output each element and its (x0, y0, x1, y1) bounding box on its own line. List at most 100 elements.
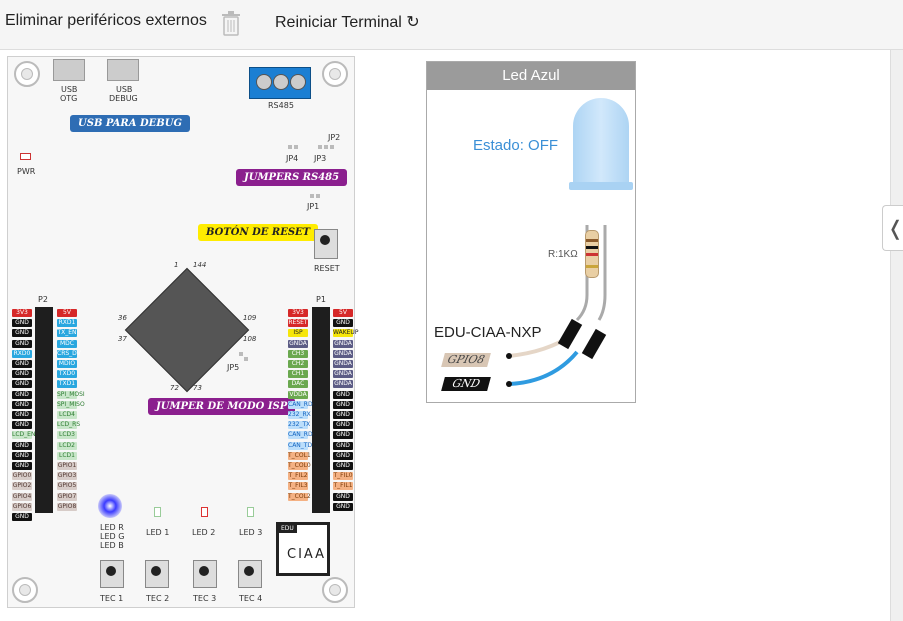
p2-right-pin-label: MDIO (57, 360, 77, 368)
chip-pin-108: 108 (243, 335, 257, 343)
p2-right-pin-label: RXD1 (57, 319, 77, 328)
p1-left-pin-label: ISP (288, 329, 308, 338)
tec2-button[interactable] (145, 560, 169, 588)
reset-button[interactable] (314, 229, 338, 259)
state-label: Estado: OFF (473, 137, 559, 154)
p1-right-pin-label: GND (333, 411, 353, 419)
vertical-scrollbar[interactable] (890, 50, 903, 621)
jumper-pin (244, 357, 248, 361)
chevron-left-icon: ❬ (887, 218, 903, 240)
p2-left-pin-label: GPIO2 (12, 482, 32, 491)
tec4-button[interactable] (238, 560, 262, 588)
tec3-label: TEC 3 (193, 594, 217, 603)
p1-left-pin-label: T_FIL3 (288, 482, 308, 491)
blue-led (573, 98, 629, 190)
peripheral-panel-led-azul[interactable]: Led Azul Estado: OFF R:1KΩ EDU-CIAA-NXP … (426, 61, 636, 403)
restart-terminal-button[interactable]: Reiniciar Terminal ↻ (275, 12, 420, 32)
p1-left-pin-label: CAN_TD (288, 441, 313, 450)
pwr-led (20, 153, 31, 160)
p2-right-pin-label: GPIO7 (57, 492, 77, 501)
blue-led-base (569, 182, 633, 190)
p2-label: P2 (38, 295, 48, 304)
p2-left-pin-label: LCD_EN (12, 431, 36, 440)
p1-left-pin-label: CAN_RD (288, 400, 313, 409)
jp5-label: JP5 (227, 363, 240, 372)
jumper-pin (310, 194, 314, 198)
p2-right-pin-label: 5V (57, 309, 77, 317)
p1-right-pin-label: GNDA (333, 380, 353, 389)
p1-right-pin-label: GNDA (333, 339, 353, 348)
p2-left-pin-label: GND (12, 329, 32, 338)
reset-label: RESET (314, 264, 340, 273)
tec1-label: TEC 1 (100, 594, 124, 603)
p1-right-pin-label: GNDA (333, 360, 353, 368)
p1-right-pin-label: 5V (333, 309, 353, 317)
p1-left-pin-label: GNDA (288, 339, 308, 348)
jumper-pin (324, 145, 328, 149)
side-panel-toggle[interactable]: ❬ (882, 205, 903, 251)
p2-left-pin-label: GND (12, 339, 32, 348)
p1-right-pin-label: GND (333, 492, 353, 501)
toolbar: Eliminar periféricos externos Reiniciar … (0, 0, 903, 50)
jumper-pin (316, 194, 320, 198)
callout-jumpers-rs485: JUMPERS RS485 (236, 169, 348, 186)
jumper-pin (294, 145, 298, 149)
p2-left-pin-label: GPIO0 (12, 472, 32, 481)
led2-label: LED 2 (192, 528, 216, 537)
panel-title: Led Azul (427, 62, 635, 90)
p2-right-pin-label: GPIO8 (57, 502, 77, 511)
p1-left-pin-label: T_COL2 (288, 492, 311, 501)
p1-right-pin-label: GND (333, 502, 353, 511)
p2-right-pin-label: LCD4 (57, 411, 77, 419)
chip-pin-1: 1 (174, 261, 179, 269)
p2-left-pin-label: GND (12, 462, 32, 470)
p2-right-pin-label: LCD_RS (57, 421, 81, 430)
p2-right-pin-label: TXD0 (57, 370, 77, 379)
rs485-terminal (249, 67, 311, 99)
mounting-hole (12, 577, 38, 603)
p2-right-pin-label: SPI_MOSI (57, 390, 85, 399)
led3 (247, 507, 254, 517)
p1-right-pin-label: GND (333, 390, 353, 399)
p1-right-pin-label: GND (333, 319, 353, 328)
remove-peripherals-button[interactable]: Eliminar periféricos externos (5, 12, 207, 30)
tec3-button[interactable] (193, 560, 217, 588)
p1-left-pin-label: CAN_RD (288, 431, 313, 440)
p2-right-pin-label: TX_EN (57, 329, 77, 338)
jumper-pin (288, 145, 292, 149)
resistor (585, 230, 599, 278)
p1-right-pin-label: GND (333, 462, 353, 470)
chip-pin-37: 37 (118, 335, 127, 343)
p1-left-pin-label: CH2 (288, 360, 308, 368)
usb-otg-label: OTG (60, 94, 78, 103)
microcontroller-chip (124, 267, 250, 393)
p1-right-pin-label: T_FIL0 (333, 472, 353, 481)
gnd-tag: GND (441, 377, 491, 391)
p1-label: P1 (316, 295, 326, 304)
p2-right-pin-label: LCD3 (57, 431, 77, 440)
led1 (154, 507, 161, 517)
jumper-pin (330, 145, 334, 149)
p2-left-pin-label: GND (12, 319, 32, 328)
p2-left-pin-label: GND (12, 441, 32, 450)
p2-right-pin-label: MDC (57, 339, 77, 348)
p1-left-pin-label: 232_RX (288, 411, 311, 419)
led2 (201, 507, 208, 517)
p2-left-pin-label: GND (12, 451, 32, 460)
led-b-label: LED B (100, 541, 124, 550)
chip-pin-72: 72 (170, 384, 179, 392)
edu-ciaa-board: USB OTG USB DEBUG RS485 USB PARA DEBUG P… (7, 56, 358, 608)
logo-ciaa-text: CIAA (287, 547, 327, 562)
p1-left-pin-label: VDDA (288, 390, 308, 399)
trash-icon[interactable] (221, 11, 241, 37)
tec1-button[interactable] (100, 560, 124, 588)
rgb-led (98, 494, 122, 518)
p1-left-pin-label: DAC (288, 380, 308, 389)
edu-ciaa-logo: EDU CIAA (276, 522, 330, 576)
pwr-label: PWR (17, 167, 36, 176)
chip-pin-144: 144 (193, 261, 207, 269)
tec4-label: TEC 4 (239, 594, 263, 603)
jumper-pin (239, 352, 243, 356)
usb-otg-port (53, 59, 85, 81)
p2-right-pin-label: LCD1 (57, 451, 77, 460)
